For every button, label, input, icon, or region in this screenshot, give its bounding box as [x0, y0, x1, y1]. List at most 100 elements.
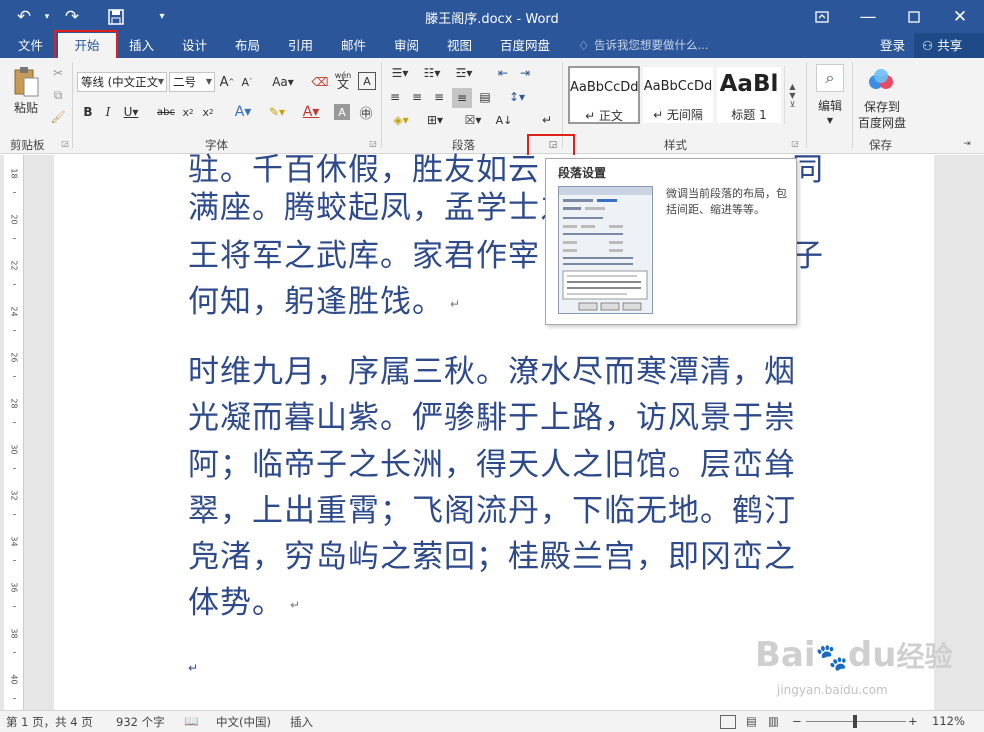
style-normal[interactable]: AaBbCcDd ↵ 正文 [568, 66, 640, 124]
scroll-up-icon[interactable]: ▲ [789, 82, 795, 91]
justify-icon[interactable]: ≡ [452, 88, 472, 108]
style-heading-1[interactable]: AaBl 标题 1 [716, 66, 782, 124]
grow-font-icon[interactable]: A ^ [218, 72, 236, 92]
tab-baidu-netdisk[interactable]: 百度网盘 [500, 33, 550, 58]
chinese-layout-icon[interactable]: ☒▾ [462, 110, 484, 130]
zoom-out-icon[interactable]: − [792, 714, 802, 728]
styles-scroll[interactable]: ▲ ▼ ⊻ [784, 66, 800, 124]
enclose-characters-icon[interactable]: ㊥ [356, 102, 376, 122]
minimize-icon[interactable]: — [852, 0, 884, 33]
login-link[interactable]: 登录 [880, 33, 905, 58]
tab-mailings[interactable]: 邮件 [341, 33, 366, 58]
multilevel-list-icon[interactable]: ☲▾ [450, 64, 478, 82]
ribbon-display-options-icon[interactable] [806, 0, 838, 33]
share-button[interactable]: ⚇ 共享 [914, 33, 984, 58]
underline-icon[interactable]: U▾ [118, 102, 144, 122]
pin-ribbon-icon[interactable]: ⇥ [960, 138, 974, 150]
close-icon[interactable]: ✕ [944, 0, 976, 33]
document-page[interactable]: 驻。千百休假，胜友如云 满座。腾蛟起凤，孟学士之 王将军之武库。家君作宰 何知，… [54, 152, 934, 710]
maximize-icon[interactable] [898, 0, 930, 33]
search-icon[interactable]: ⌕ [816, 64, 844, 92]
clipboard-launcher-icon[interactable]: ◲ [60, 138, 70, 148]
bullets-icon[interactable]: ☰▾ [386, 64, 414, 82]
text-effects-icon[interactable]: A▾ [228, 102, 258, 122]
ruler-tick [13, 560, 16, 561]
divider [381, 62, 382, 148]
text-line[interactable]: 翠，上出重霄；飞阁流丹，下临无地。鹤汀 [188, 488, 796, 534]
tab-references[interactable]: 引用 [288, 33, 313, 58]
character-border-icon[interactable]: A [358, 72, 376, 90]
borders-icon[interactable]: ⊞▾ [420, 110, 450, 130]
style-no-spacing[interactable]: AaBbCcDd ↵ 无间隔 [642, 66, 714, 124]
show-marks-icon[interactable]: ↵ [538, 110, 556, 130]
zoom-slider-thumb[interactable] [853, 715, 857, 728]
increase-indent-icon[interactable]: ⇥ [516, 64, 534, 82]
empty-paragraph-mark-icon: ↵ [188, 661, 200, 675]
change-case-icon[interactable]: Aa▾ [268, 72, 298, 92]
paragraph-mark-icon: ↵ [290, 597, 302, 612]
superscript-icon[interactable]: x2 [200, 102, 216, 122]
strikethrough-icon[interactable]: abc [156, 102, 176, 122]
bold-icon[interactable]: B [80, 102, 96, 122]
editing-label[interactable]: 编辑 [812, 96, 848, 114]
shrink-font-icon[interactable]: Aˇ [238, 72, 256, 92]
copy-icon[interactable]: ⧉ [48, 86, 68, 104]
insert-mode[interactable]: 插入 [290, 714, 313, 730]
proofing-icon[interactable]: 📖 [184, 714, 198, 728]
format-painter-icon[interactable]: 🖌 [48, 108, 68, 126]
zoom-in-icon[interactable]: + [908, 714, 918, 728]
web-layout-icon[interactable]: ▥ [768, 714, 779, 728]
phonetic-guide-char: 文 [336, 77, 349, 91]
align-right-icon[interactable]: ≡ [430, 88, 448, 106]
font-name-combo[interactable]: 等线 (中文正文 ▼ [77, 72, 167, 92]
align-center-icon[interactable]: ≡ [408, 88, 426, 106]
align-left-icon[interactable]: ≡ [386, 88, 404, 106]
print-layout-icon[interactable]: ▤ [746, 714, 757, 728]
read-mode-icon[interactable] [720, 715, 736, 729]
tab-design[interactable]: 设计 [182, 33, 207, 58]
paste-icon[interactable] [8, 64, 44, 100]
tell-me-search[interactable]: 告诉我您想要做什么... [594, 33, 708, 58]
distributed-icon[interactable]: ▤ [476, 88, 494, 106]
tab-view[interactable]: 视图 [447, 33, 472, 58]
tab-review[interactable]: 审阅 [394, 33, 419, 58]
baidu-netdisk-icon[interactable] [866, 66, 896, 94]
tab-file[interactable]: 文件 [18, 33, 43, 58]
decrease-indent-icon[interactable]: ⇤ [494, 64, 512, 82]
tab-layout[interactable]: 布局 [235, 33, 260, 58]
text-line[interactable]: 满座。腾蛟起凤，孟学士之 [188, 185, 572, 231]
watermark-bai: Bai [755, 635, 816, 675]
paste-label[interactable]: 粘贴 [6, 98, 46, 116]
language[interactable]: 中文(中国) [216, 714, 271, 730]
numbering-icon[interactable]: ☷▾ [418, 64, 446, 82]
font-size-combo[interactable]: 二号 ▼ [169, 72, 215, 92]
highlight-color-icon[interactable]: ✎▾ [262, 102, 292, 122]
italic-icon[interactable]: I [100, 102, 116, 122]
page-count[interactable]: 第 1 页，共 4 页 [6, 714, 93, 730]
subscript-icon[interactable]: x2 [180, 102, 196, 122]
phonetic-guide-icon[interactable]: wén 文 [332, 68, 354, 92]
character-shading-icon[interactable]: A [334, 104, 350, 120]
shading-icon[interactable]: ◈▾ [386, 110, 416, 130]
text-line[interactable]: 时维九月，序属三秋。潦水尽而寒潭清，烟 [188, 349, 796, 395]
styles-more-icon[interactable]: ⊻ [790, 100, 796, 109]
font-color-icon[interactable]: A▾ [296, 102, 326, 122]
tab-insert[interactable]: 插入 [129, 33, 154, 58]
text-line[interactable]: 何知，躬逢胜饯。 ↵ [188, 279, 461, 327]
scroll-down-icon[interactable]: ▼ [789, 91, 795, 100]
chevron-down-icon[interactable]: ▼ [824, 114, 836, 126]
text-line[interactable]: 王将军之武库。家君作宰 [188, 233, 540, 279]
clear-formatting-icon[interactable]: ⌫ [310, 72, 330, 92]
sort-icon[interactable]: A↓ [494, 110, 514, 130]
line-spacing-icon[interactable]: ↕▾ [504, 88, 530, 106]
word-count[interactable]: 932 个字 [116, 714, 165, 730]
text-line[interactable]: 凫渚，穷岛屿之萦回；桂殿兰宫，即冈峦之 [188, 534, 796, 580]
cut-icon[interactable]: ✂ [48, 64, 68, 82]
text-line[interactable]: 阿；临帝子之长洲，得天人之旧馆。层峦耸 [188, 442, 796, 488]
text-line[interactable]: 体势。 ↵ [188, 580, 301, 628]
zoom-level[interactable]: 112% [932, 714, 965, 728]
save-to-label-1[interactable]: 保存到 [852, 98, 912, 114]
save-to-label-2[interactable]: 百度网盘 [852, 114, 912, 130]
text-line[interactable]: 光凝而暮山紫。俨骖騑于上路，访风景于崇 [188, 395, 796, 441]
ruler-number: 38 [9, 628, 19, 639]
